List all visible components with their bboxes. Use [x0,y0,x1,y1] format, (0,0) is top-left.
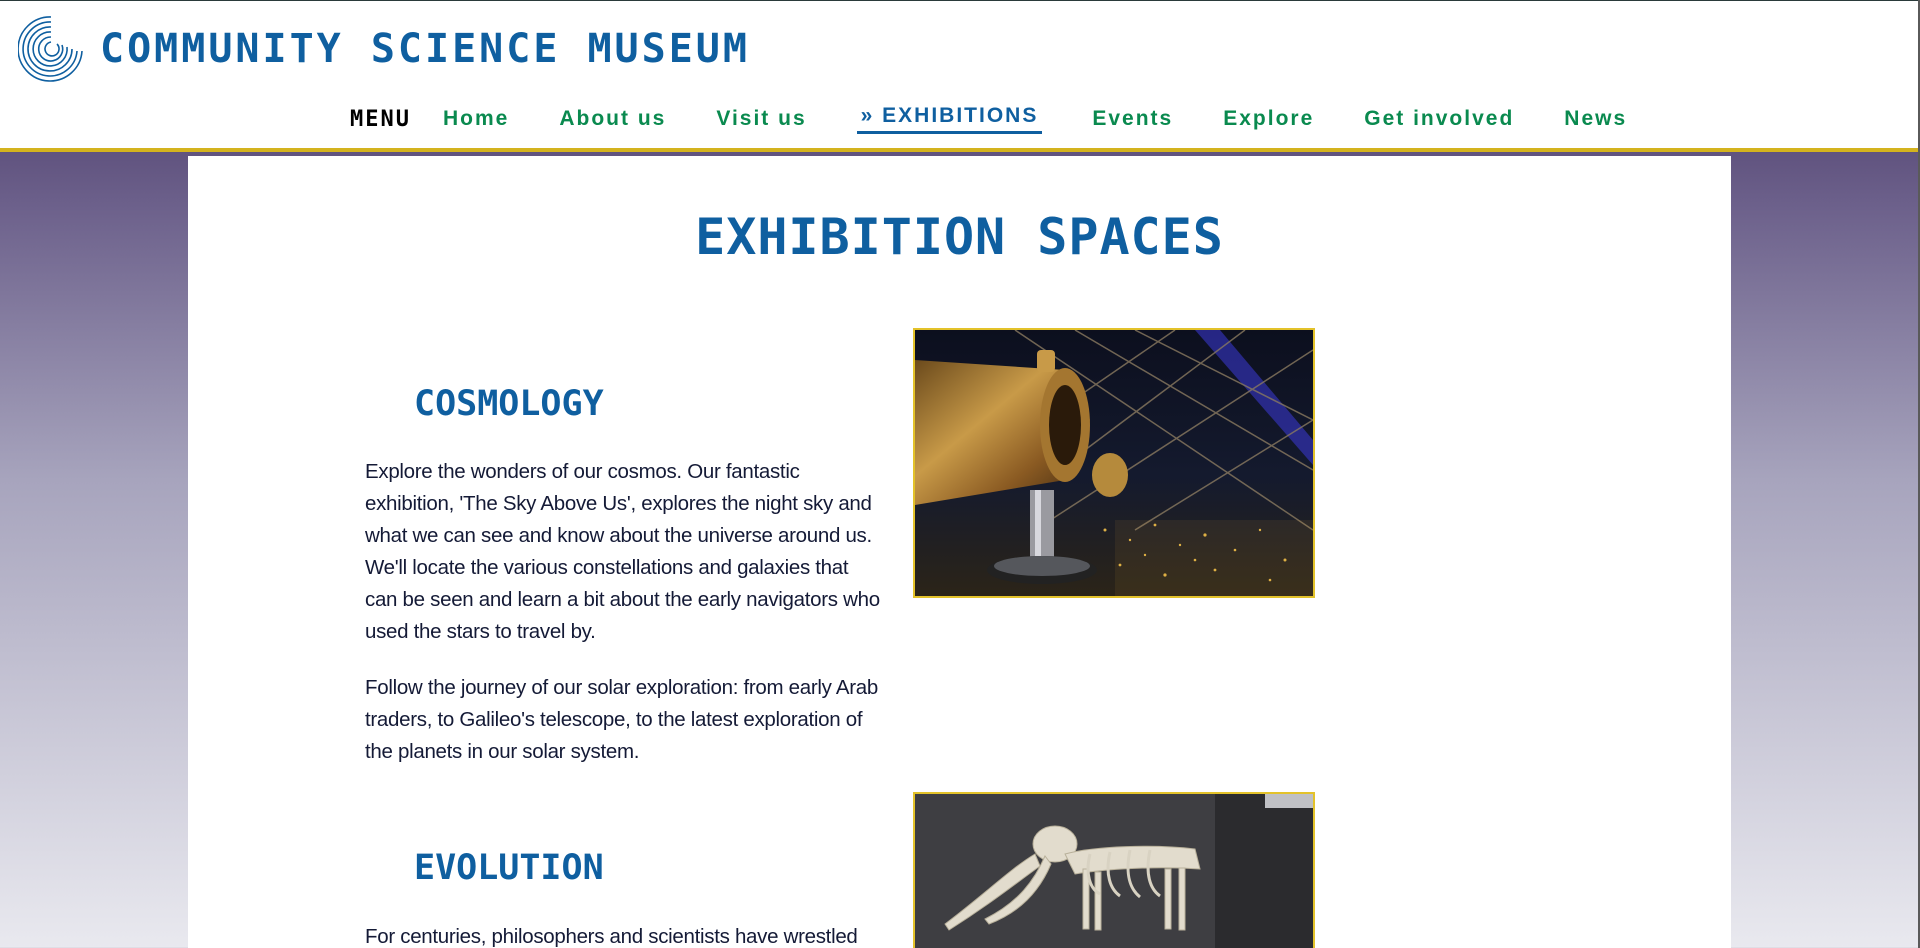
spiral-logo-icon [18,16,83,82]
mammoth-skeleton-photo [913,792,1315,948]
nav-item-home[interactable]: Home [443,107,509,131]
nav-item-about-us[interactable]: About us [559,107,666,131]
site-logo[interactable]: COMMUNITY SCIENCE MUSEUM [18,11,750,87]
page-title: EXHIBITION SPACES [695,208,1224,266]
main-nav: MENU Home About us Visit us » EXHIBITION… [350,101,1677,137]
nav-item-events[interactable]: Events [1092,107,1173,131]
main-content: EXHIBITION SPACES COSMOLOGY Explore the … [188,156,1731,948]
telescope-photo [913,328,1315,598]
mammoth-skeleton-image [915,794,1313,948]
evolution-paragraph-1: For centuries, philosophers and scientis… [365,925,858,948]
section-heading-cosmology: COSMOLOGY [414,384,604,424]
telescope-image [915,330,1313,596]
site-title: COMMUNITY SCIENCE MUSEUM [100,26,750,72]
section-heading-evolution: EVOLUTION [414,848,604,888]
nav-item-get-involved[interactable]: Get involved [1364,107,1514,131]
nav-item-exhibitions[interactable]: » EXHIBITIONS [856,104,1043,134]
nav-item-visit-us[interactable]: Visit us [716,107,806,131]
nav-item-explore[interactable]: Explore [1223,107,1314,131]
cosmology-paragraph-1: Explore the wonders of our cosmos. Our f… [365,460,880,643]
nav-item-news[interactable]: News [1564,107,1627,131]
site-header: COMMUNITY SCIENCE MUSEUM MENU Home About… [0,0,1918,152]
cosmology-paragraph-2: Follow the journey of our solar explorat… [365,676,878,763]
menu-label: MENU [350,106,411,132]
